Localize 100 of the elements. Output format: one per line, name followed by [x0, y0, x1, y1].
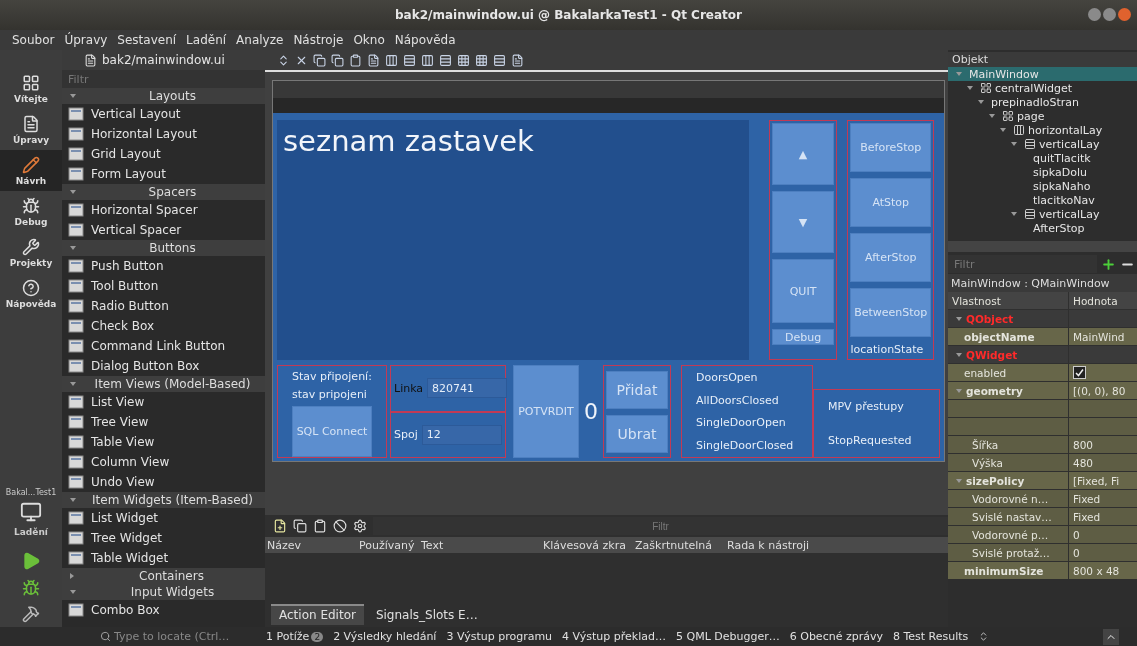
filter-field[interactable]: Filtr: [62, 70, 265, 88]
minimize-button[interactable]: [1088, 8, 1101, 21]
output-tab[interactable]: 5 QML Debugger…: [676, 630, 780, 643]
category-header[interactable]: Spacers: [62, 184, 265, 200]
menu-item[interactable]: Okno: [353, 33, 385, 47]
widget-item[interactable]: Tree Widget: [62, 528, 265, 548]
output-tab[interactable]: 2 Výsledky hledání: [333, 630, 437, 643]
widget-item[interactable]: Tool Button: [62, 276, 265, 296]
widget-item[interactable]: Combo Box: [62, 600, 265, 620]
column-header[interactable]: Používaný: [357, 538, 419, 552]
editor-tab[interactable]: Action Editor: [271, 604, 364, 625]
tree-item[interactable]: sipkaDolu: [948, 165, 1137, 179]
menu-item[interactable]: Analyze: [236, 33, 284, 47]
tree-item[interactable]: verticalLay: [948, 207, 1137, 221]
widget-item[interactable]: Radio Button: [62, 296, 265, 316]
tree-item[interactable]: page: [948, 109, 1137, 123]
maximize-button[interactable]: [1103, 8, 1116, 21]
widget-item[interactable]: List Widget: [62, 508, 265, 528]
action-filter-field[interactable]: Filtr: [373, 517, 948, 535]
output-tab[interactable]: 3 Výstup programu: [446, 630, 553, 643]
mode-tab[interactable]: Projekty: [0, 232, 62, 273]
debug-run-icon[interactable]: [22, 579, 40, 597]
output-tab[interactable]: 8 Test Results: [892, 630, 969, 643]
category-header[interactable]: Buttons: [62, 240, 265, 256]
widget-item[interactable]: Undo View: [62, 472, 265, 492]
columns-icon[interactable]: [421, 53, 434, 67]
column-header[interactable]: Zaškrtnutelná: [633, 538, 725, 552]
grid-icon[interactable]: [457, 53, 470, 67]
plus-icon[interactable]: [1101, 256, 1116, 272]
tree-item[interactable]: MainWindow: [948, 67, 1137, 81]
checkbox[interactable]: [1073, 366, 1086, 379]
menu-item[interactable]: Sestavení: [117, 33, 177, 47]
category-header[interactable]: Item Views (Model-Based): [62, 376, 265, 392]
category-header[interactable]: Containers: [62, 568, 265, 584]
menu-item[interactable]: Úpravy: [64, 33, 108, 47]
document-icon[interactable]: [511, 53, 524, 67]
rows-icon[interactable]: [439, 53, 452, 67]
widget-item[interactable]: Vertical Layout: [62, 104, 265, 124]
updown-icon[interactable]: [277, 53, 290, 67]
document-icon[interactable]: [367, 53, 380, 67]
clipboard-icon[interactable]: [349, 53, 362, 67]
widget-item[interactable]: Table View: [62, 432, 265, 452]
run-icon[interactable]: [21, 551, 41, 571]
mode-tab[interactable]: Vítejte: [0, 68, 62, 109]
tree-item[interactable]: horizontalLay: [948, 123, 1137, 137]
hammer-icon[interactable]: [22, 605, 40, 623]
menu-item[interactable]: Ladění: [186, 33, 227, 47]
tree-item[interactable]: quitTlacitk: [948, 151, 1137, 165]
category-header[interactable]: Input Widgets: [62, 584, 265, 600]
widget-item[interactable]: Check Box: [62, 316, 265, 336]
output-tab[interactable]: 6 Obecné zprávy: [789, 630, 883, 643]
editor-tab[interactable]: Signals_Slots E…: [367, 604, 486, 625]
column-header[interactable]: Klávesová zkra: [541, 538, 633, 552]
close-button[interactable]: [1118, 8, 1131, 21]
mode-tab[interactable]: Návrh: [0, 150, 62, 191]
columns-icon[interactable]: [385, 53, 398, 67]
widget-item[interactable]: Tree View: [62, 412, 265, 432]
widget-item[interactable]: Table Widget: [62, 548, 265, 568]
show-panel-button[interactable]: [1103, 628, 1119, 645]
widget-item[interactable]: Command Link Button: [62, 336, 265, 356]
tree-item[interactable]: prepinadloStran: [948, 95, 1137, 109]
widget-item[interactable]: Column View: [62, 452, 265, 472]
menu-item[interactable]: Soubor: [12, 33, 55, 47]
copy-icon[interactable]: [331, 53, 344, 67]
category-header[interactable]: Item Widgets (Item-Based): [62, 492, 265, 508]
widget-item[interactable]: Horizontal Layout: [62, 124, 265, 144]
column-header[interactable]: Rada k nástroji: [725, 538, 847, 552]
line-field[interactable]: 820741: [427, 378, 508, 399]
output-tab[interactable]: 1 Potíže 2: [266, 630, 324, 643]
rows-icon[interactable]: [493, 53, 506, 67]
menu-item[interactable]: Nástroje: [293, 33, 344, 47]
locate-field[interactable]: Type to locate (Ctrl…: [100, 630, 260, 643]
column-header[interactable]: Název: [265, 538, 357, 552]
widget-item[interactable]: Grid Layout: [62, 144, 265, 164]
column-header[interactable]: Text: [419, 538, 541, 552]
menu-item[interactable]: Nápověda: [394, 33, 456, 47]
tree-item[interactable]: verticalLay: [948, 137, 1137, 151]
widget-item[interactable]: List View: [62, 392, 265, 412]
mode-tab[interactable]: Nápověda: [0, 273, 62, 314]
mode-tab[interactable]: Úpravy: [0, 109, 62, 150]
column-header[interactable]: Hodnota: [1069, 292, 1137, 309]
trip-field[interactable]: 12: [421, 424, 502, 445]
tree-item[interactable]: tlacitkoNav: [948, 193, 1137, 207]
category-header[interactable]: Layouts: [62, 88, 265, 104]
copy-icon[interactable]: [313, 53, 326, 67]
widget-item[interactable]: Form Layout: [62, 164, 265, 184]
tree-item[interactable]: AfterStop: [948, 221, 1137, 235]
tree-item[interactable]: sipkaNaho: [948, 179, 1137, 193]
grid-icon[interactable]: [475, 53, 488, 67]
output-tab[interactable]: 4 Výstup překlad…: [562, 630, 666, 643]
widget-item[interactable]: Horizontal Spacer: [62, 200, 265, 220]
widget-item[interactable]: Vertical Spacer: [62, 220, 265, 240]
mode-tab[interactable]: Debug: [0, 191, 62, 232]
property-filter-field[interactable]: Filtr: [948, 255, 1097, 273]
widget-item[interactable]: Push Button: [62, 256, 265, 276]
tree-item[interactable]: centralWidget: [948, 81, 1137, 95]
file-tab[interactable]: bak2/mainwindow.ui: [62, 53, 267, 67]
widget-item[interactable]: Dialog Button Box: [62, 356, 265, 376]
column-header[interactable]: Vlastnost: [948, 292, 1068, 309]
rows-icon[interactable]: [403, 53, 416, 67]
